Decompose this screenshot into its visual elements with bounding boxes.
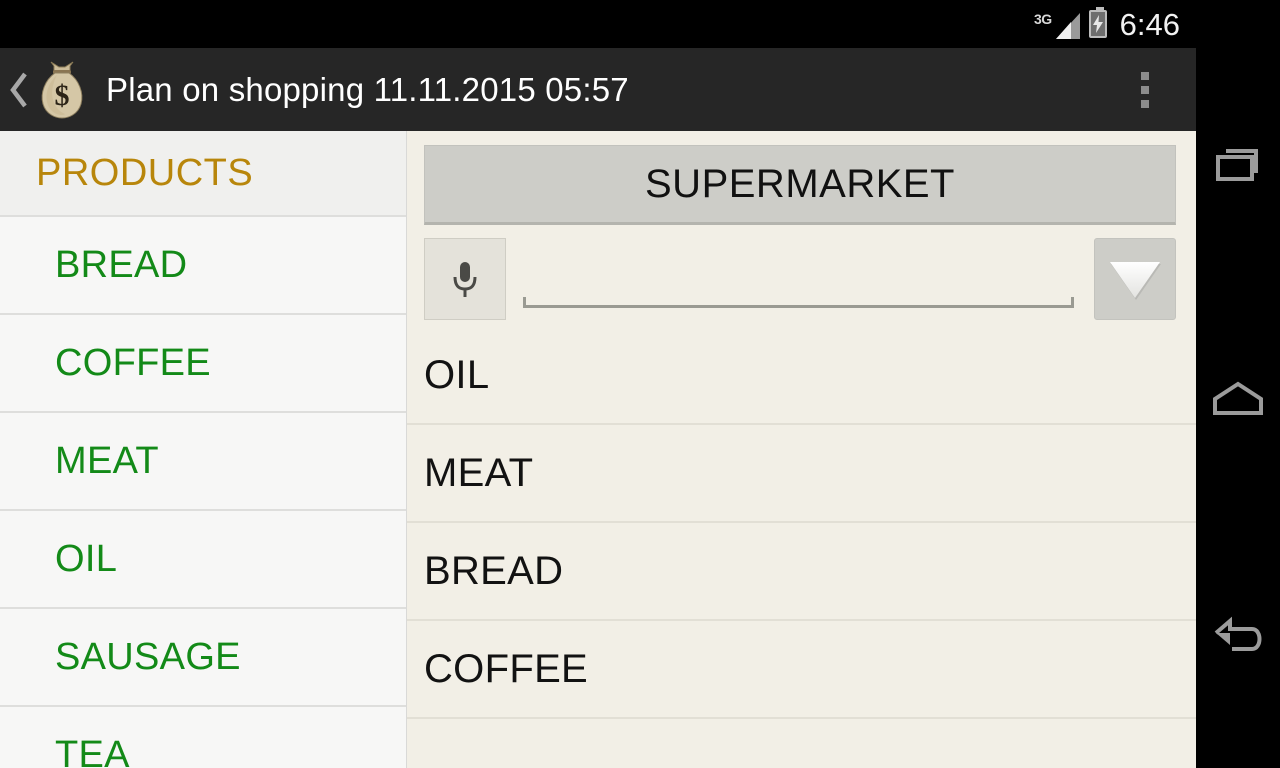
sidebar-item-label: BREAD [55, 243, 188, 286]
list-item-label: MEAT [424, 450, 534, 495]
sidebar-item-coffee[interactable]: COFFEE [0, 315, 406, 413]
system-navigation-bar [1196, 0, 1280, 768]
home-icon[interactable] [1196, 310, 1280, 490]
store-selector-button[interactable]: SUPERMARKET [424, 145, 1176, 225]
store-selector-label: SUPERMARKET [645, 161, 955, 206]
svg-text:$: $ [55, 79, 70, 112]
back-chevron-icon[interactable] [4, 48, 34, 131]
list-item[interactable]: BREAD [407, 523, 1196, 621]
money-bag-icon[interactable]: $ [36, 59, 88, 121]
triangle-down-icon[interactable] [1094, 238, 1176, 320]
add-product-row [424, 236, 1176, 322]
list-item[interactable] [407, 719, 1196, 768]
sidebar-item-oil[interactable]: OIL [0, 511, 406, 609]
microphone-icon[interactable] [424, 238, 506, 320]
sidebar-item-bread[interactable]: BREAD [0, 217, 406, 315]
list-item[interactable]: OIL [407, 327, 1196, 425]
product-name-input[interactable] [523, 238, 1074, 320]
back-arrow-icon[interactable] [1196, 550, 1280, 730]
signal-bars-icon: 3G [1034, 9, 1080, 39]
sidebar-item-label: OIL [55, 537, 118, 580]
input-underline [523, 297, 1074, 308]
sidebar-item-label: MEAT [55, 439, 159, 482]
sidebar-item-tea[interactable]: TEA [0, 707, 406, 768]
overflow-menu-icon[interactable] [1132, 59, 1158, 121]
status-bar: 3G 6:46 [0, 0, 1196, 48]
device-screen: 3G 6:46 $ Plan on shopping 11.11.2015 05… [0, 0, 1280, 768]
list-item[interactable]: COFFEE [407, 621, 1196, 719]
signal-strength-icon [1054, 11, 1080, 39]
sidebar-item-label: TEA [55, 733, 130, 768]
status-bar-clock: 6:46 [1119, 6, 1180, 42]
battery-charging-icon [1088, 7, 1107, 38]
sidebar-item-label: SAUSAGE [55, 635, 241, 678]
action-bar: $ Plan on shopping 11.11.2015 05:57 [0, 48, 1196, 131]
sidebar-header-label: PRODUCTS [36, 151, 254, 194]
list-item-label: COFFEE [424, 646, 589, 691]
page-title: Plan on shopping 11.11.2015 05:57 [106, 70, 629, 108]
sidebar-item-meat[interactable]: MEAT [0, 413, 406, 511]
network-type-label: 3G [1033, 11, 1052, 27]
shopping-list: OIL MEAT BREAD COFFEE [407, 327, 1196, 768]
list-item[interactable]: MEAT [407, 425, 1196, 523]
recents-icon[interactable] [1196, 75, 1280, 255]
charging-bolt-icon [1092, 15, 1103, 33]
status-bar-indicators: 3G 6:46 [1034, 6, 1180, 42]
sidebar-item-sausage[interactable]: SAUSAGE [0, 609, 406, 707]
list-item-label: OIL [424, 352, 490, 397]
sidebar-header: PRODUCTS [0, 131, 406, 217]
content-area: PRODUCTS BREAD COFFEE MEAT OIL SAUSAGE T… [0, 131, 1196, 768]
main-pane: SUPERMARKET OIL MEAT BREAD COFFEE [407, 131, 1196, 768]
list-item-label: BREAD [424, 548, 564, 593]
sidebar-item-label: COFFEE [55, 341, 211, 384]
products-sidebar: PRODUCTS BREAD COFFEE MEAT OIL SAUSAGE T… [0, 131, 407, 768]
